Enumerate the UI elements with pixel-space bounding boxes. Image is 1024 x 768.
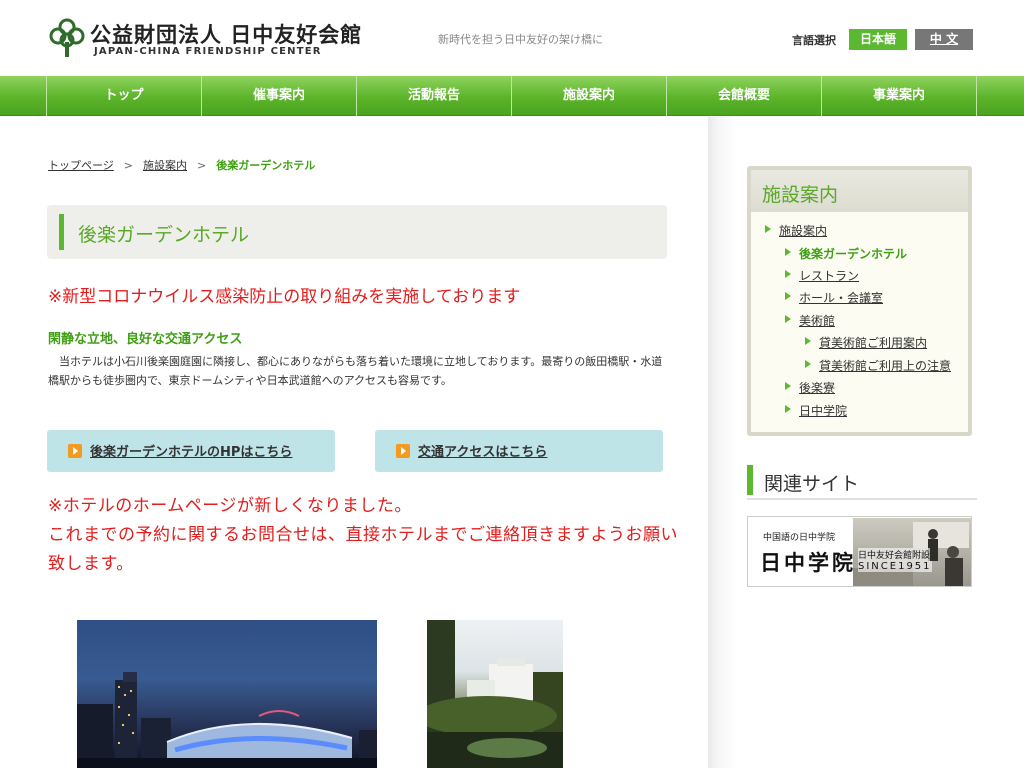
nav-item-facilities[interactable]: 施設案内 xyxy=(511,76,666,116)
nav-item-business[interactable]: 事業案内 xyxy=(821,76,976,116)
hotel-hp-link-label[interactable]: 後楽ガーデンホテルのHPはこちら xyxy=(90,441,292,460)
related-sites-heading: 関連サイト xyxy=(747,465,977,500)
lang-chinese-button[interactable]: 中 文 xyxy=(915,29,973,50)
site-tagline: 新時代を担う日中友好の架け橋に xyxy=(438,33,603,46)
hotel-hp-link-button[interactable]: 後楽ガーデンホテルのHPはこちら xyxy=(47,430,335,472)
page-title: 後楽ガーデンホテル xyxy=(78,224,250,246)
tokyo-dome-night-image xyxy=(77,672,377,768)
hotel-garden-photo xyxy=(427,620,563,768)
tree-logo-icon xyxy=(49,18,85,57)
nav-item-events[interactable]: 催事案内 xyxy=(201,76,356,116)
title-accent-bar xyxy=(59,214,64,250)
side-menu-item-restaurant[interactable]: レストラン xyxy=(784,267,859,284)
banner-since: SINCE1951 xyxy=(858,561,932,572)
global-nav: トップ 催事案内 活動報告 施設案内 会館概要 事業案内 xyxy=(0,76,1024,116)
breadcrumb-top[interactable]: トップページ xyxy=(48,159,114,172)
breadcrumb-separator: > xyxy=(123,159,133,172)
arrow-right-icon xyxy=(396,444,410,458)
covid-notice: ※新型コロナウイルス感染防止の取り組みを実施しております xyxy=(48,287,521,307)
side-menu-item-hotel[interactable]: 後楽ガーデンホテル xyxy=(784,245,907,262)
section-subheading: 閑静な立地、良好な交通アクセス xyxy=(48,332,243,347)
language-label: 言語選択 xyxy=(792,34,836,47)
homepage-notice-line1: ※ホテルのホームページが新しくなりました。 xyxy=(48,496,412,516)
homepage-notice: ※ホテルのホームページが新しくなりました。 これまでの予約に関するお問合せは、直… xyxy=(48,492,678,579)
page-title-box: 後楽ガーデンホテル xyxy=(47,205,667,259)
side-menu-title: 施設案内 xyxy=(762,184,839,206)
access-link-button[interactable]: 交通アクセスはこちら xyxy=(375,430,663,472)
side-menu-item-facilities[interactable]: 施設案内 xyxy=(764,222,827,239)
side-menu-header: 施設案内 xyxy=(751,170,968,212)
logo-subtitle: JAPAN-CHINA FRIENDSHIP CENTER xyxy=(94,46,322,57)
side-menu-item-hall[interactable]: ホール・会議室 xyxy=(784,289,883,306)
site-header: 公益財団法人 日中友好会館 JAPAN-CHINA FRIENDSHIP CEN… xyxy=(0,0,1024,76)
nav-item-about[interactable]: 会館概要 xyxy=(666,76,821,116)
homepage-notice-line2: これまでの予約に関するお問合せは、直接ホテルまでご連絡頂きますようお願い致します… xyxy=(48,525,678,574)
facility-side-menu: 施設案内 施設案内 後楽ガーデンホテル レストラン ホール・会議室 美術館 貸美… xyxy=(747,166,972,436)
nicchu-gakuin-banner[interactable]: 中国語の日中学院 日中学院 日中友好会館附設 SINCE1951 xyxy=(747,516,972,587)
breadcrumb-facilities[interactable]: 施設案内 xyxy=(143,159,187,172)
related-accent-bar xyxy=(747,465,753,495)
side-menu-list: 施設案内 後楽ガーデンホテル レストラン ホール・会議室 美術館 貸美術館ご利用… xyxy=(751,212,968,432)
related-sites-title: 関連サイト xyxy=(764,473,860,495)
lang-japanese-button[interactable]: 日本語 xyxy=(849,29,907,50)
hotel-garden-image xyxy=(427,620,563,768)
breadcrumb: トップページ > 施設案内 > 後楽ガーデンホテル xyxy=(48,157,315,173)
side-menu-item-museum[interactable]: 美術館 xyxy=(784,312,835,329)
nav-item-top[interactable]: トップ xyxy=(46,76,201,116)
banner-small-text: 中国語の日中学院 xyxy=(763,533,836,543)
hotel-description: 当ホテルは小石川後楽園庭園に隣接し、都心にありながらも落ち着いた環境に立地してお… xyxy=(48,355,663,387)
banner-caption: 日中友好会館附設 xyxy=(858,548,931,561)
side-menu-item-dormitory[interactable]: 後楽寮 xyxy=(784,379,835,396)
logo-title: 公益財団法人 日中友好会館 xyxy=(90,22,363,47)
arrow-right-icon xyxy=(68,444,82,458)
side-menu-item-museum-rental[interactable]: 貸美術館ご利用案内 xyxy=(804,334,927,351)
site-logo[interactable]: 公益財団法人 日中友好会館 JAPAN-CHINA FRIENDSHIP CEN… xyxy=(48,18,361,62)
access-link-label[interactable]: 交通アクセスはこちら xyxy=(418,441,547,460)
breadcrumb-separator: > xyxy=(197,159,207,172)
breadcrumb-current: 後楽ガーデンホテル xyxy=(216,159,316,172)
nav-item-reports[interactable]: 活動報告 xyxy=(356,76,511,116)
side-menu-item-school[interactable]: 日中学院 xyxy=(784,402,847,419)
banner-school-name: 日中学院 xyxy=(760,550,856,575)
hotel-night-photo xyxy=(77,620,377,768)
side-menu-item-museum-notes[interactable]: 貸美術館ご利用上の注意 xyxy=(804,357,951,374)
nav-divider xyxy=(976,76,977,116)
